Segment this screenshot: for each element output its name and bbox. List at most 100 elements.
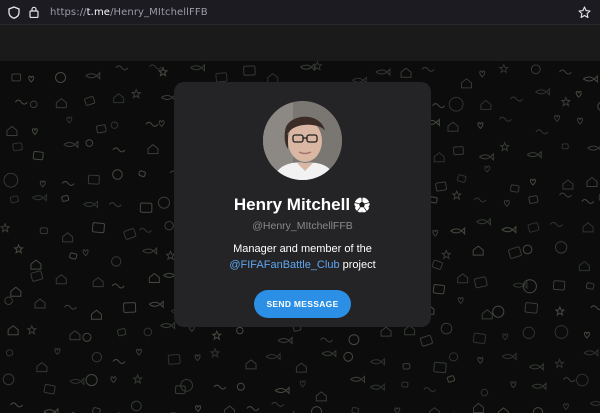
doodle-shape bbox=[473, 276, 488, 289]
lock-icon[interactable] bbox=[26, 4, 42, 20]
doodle-shape bbox=[554, 305, 566, 317]
doodle-shape bbox=[84, 96, 96, 106]
doodle-shape bbox=[123, 228, 137, 240]
soccer-ball-icon bbox=[353, 196, 371, 214]
doodle-shape bbox=[502, 333, 509, 341]
profile-name: Henry Mitchell bbox=[233, 195, 351, 214]
doodle-shape bbox=[63, 140, 79, 149]
doodle-shape bbox=[510, 184, 520, 193]
doodle-shape bbox=[440, 322, 453, 335]
doodle-shape bbox=[195, 405, 202, 413]
doodle-shape bbox=[236, 382, 245, 391]
doodle-shape bbox=[480, 388, 489, 397]
doodle-shape bbox=[32, 150, 44, 161]
doodle-shape bbox=[10, 402, 23, 408]
doodle-shape bbox=[522, 244, 533, 255]
doodle-shape bbox=[380, 326, 392, 337]
doodle-shape bbox=[457, 273, 469, 284]
doodle-shape bbox=[30, 259, 42, 270]
doodle-shape bbox=[451, 189, 462, 201]
doodle-shape bbox=[460, 78, 472, 89]
doodle-shape bbox=[43, 407, 59, 413]
doodle-shape bbox=[351, 406, 360, 413]
doodle-shape bbox=[157, 196, 171, 209]
doodle-shape bbox=[236, 326, 244, 335]
doodle-shape bbox=[69, 252, 78, 260]
doodle-shape bbox=[512, 281, 528, 290]
doodle-shape bbox=[213, 384, 227, 390]
star-icon[interactable] bbox=[576, 4, 592, 20]
club-mention-link[interactable]: @FIFAFanBattle_Club bbox=[229, 259, 339, 271]
doodle-shape bbox=[111, 283, 125, 289]
doodle-shape bbox=[527, 222, 540, 233]
doodle-shape bbox=[343, 351, 354, 362]
doodle-shape bbox=[11, 73, 22, 82]
doodle-shape bbox=[148, 300, 164, 309]
doodle-shape bbox=[510, 96, 523, 102]
doodle-shape bbox=[311, 406, 323, 413]
doodle-shape bbox=[472, 332, 487, 345]
doodle-shape bbox=[157, 66, 169, 77]
profile-name-row: Henry Mitchell bbox=[234, 195, 371, 215]
doodle-shape bbox=[400, 67, 412, 78]
doodle-shape bbox=[92, 276, 104, 288]
avatar bbox=[263, 101, 342, 180]
doodle-shape bbox=[350, 375, 366, 384]
doodle-shape bbox=[34, 298, 46, 309]
doodle-shape bbox=[43, 383, 56, 395]
doodle-shape bbox=[558, 69, 572, 75]
doodle-shape bbox=[110, 121, 119, 129]
doodle-shape bbox=[457, 297, 464, 305]
doodle-shape bbox=[552, 280, 566, 291]
doodle-shape bbox=[39, 227, 48, 235]
doodle-shape bbox=[2, 373, 15, 386]
doodle-shape bbox=[138, 170, 146, 178]
doodle-shape bbox=[85, 374, 98, 387]
doodle-shape bbox=[526, 150, 542, 159]
doodle-shape bbox=[530, 64, 541, 75]
doodle-shape bbox=[271, 401, 285, 407]
doodle-shape bbox=[578, 261, 590, 272]
doodle-shape bbox=[453, 146, 464, 156]
doodle-shape bbox=[299, 380, 306, 388]
send-message-button[interactable]: SEND MESSAGE bbox=[254, 290, 351, 318]
doodle-shape bbox=[85, 139, 94, 147]
doodle-shape bbox=[481, 309, 493, 320]
doodle-shape bbox=[590, 305, 600, 311]
doodle-shape bbox=[243, 65, 256, 76]
url-path: /Henry_MItchellFFB bbox=[110, 6, 208, 18]
doodle-shape bbox=[274, 386, 290, 395]
doodle-shape bbox=[64, 304, 77, 310]
doodle-shape bbox=[448, 352, 459, 362]
doodle-shape bbox=[348, 334, 360, 346]
doodle-shape bbox=[108, 202, 122, 208]
address-bar[interactable]: https://t.me/Henry_MItchellFFB bbox=[50, 7, 208, 18]
doodle-shape bbox=[404, 325, 416, 336]
doodle-shape bbox=[82, 332, 92, 342]
doodle-shape bbox=[375, 67, 391, 77]
doodle-shape bbox=[370, 382, 385, 392]
doodle-shape bbox=[12, 142, 23, 152]
doodle-shape bbox=[320, 337, 333, 343]
doodle-shape bbox=[31, 128, 38, 136]
doodle-shape bbox=[508, 246, 522, 259]
doodle-shape bbox=[473, 402, 485, 413]
doodle-shape bbox=[113, 93, 125, 104]
doodle-shape bbox=[83, 200, 99, 209]
doodle-shape bbox=[503, 199, 510, 207]
doodle-shape bbox=[90, 309, 102, 320]
doodle-shape bbox=[110, 376, 117, 384]
doodle-shape bbox=[69, 330, 81, 341]
shield-icon[interactable] bbox=[6, 4, 22, 20]
doodle-shape bbox=[85, 71, 101, 80]
doodle-shape bbox=[62, 232, 74, 243]
doodle-shape bbox=[429, 407, 441, 413]
doodle-shape bbox=[130, 88, 142, 99]
bio-text-start: Manager and member of the bbox=[233, 243, 372, 255]
doodle-shape bbox=[450, 226, 466, 236]
doodle-shape bbox=[69, 377, 85, 386]
doodle-shape bbox=[28, 75, 35, 83]
doodle-shape bbox=[433, 152, 445, 163]
doodle-shape bbox=[4, 296, 13, 305]
profile-card: Henry Mitchell @Henry_MItchellFFB Manage… bbox=[174, 82, 431, 327]
